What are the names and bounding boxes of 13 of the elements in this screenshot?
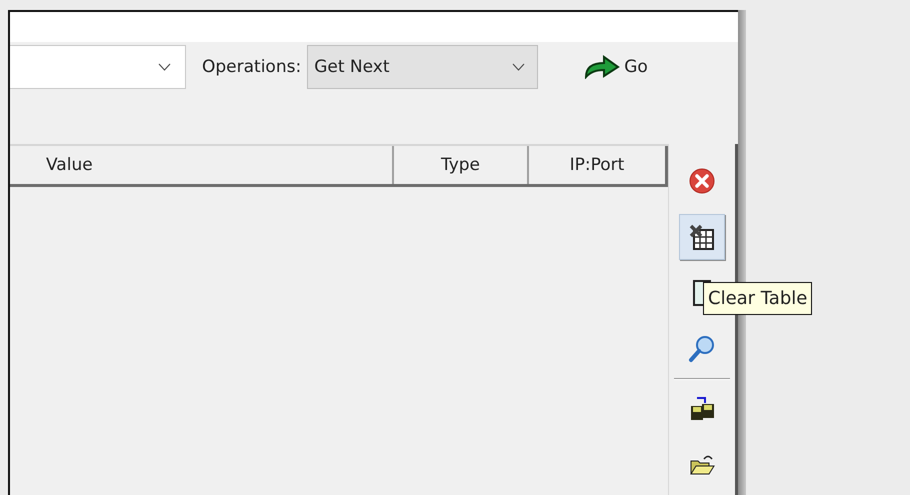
chevron-down-icon	[158, 63, 171, 71]
floppy-disks-icon	[689, 396, 715, 422]
clear-table-icon	[688, 223, 716, 251]
operations-select[interactable]: Get Next	[307, 45, 538, 89]
arrow-icon	[584, 55, 620, 79]
go-button[interactable]: Go	[582, 53, 650, 81]
toolbar-button[interactable]	[679, 214, 725, 260]
chevron-down-icon	[512, 63, 526, 71]
open-folder-icon	[689, 453, 715, 477]
stop-icon	[689, 168, 715, 194]
search-icon	[688, 335, 716, 363]
tooltip: Clear Table	[703, 282, 812, 315]
operations-label: Operations:	[202, 57, 302, 77]
